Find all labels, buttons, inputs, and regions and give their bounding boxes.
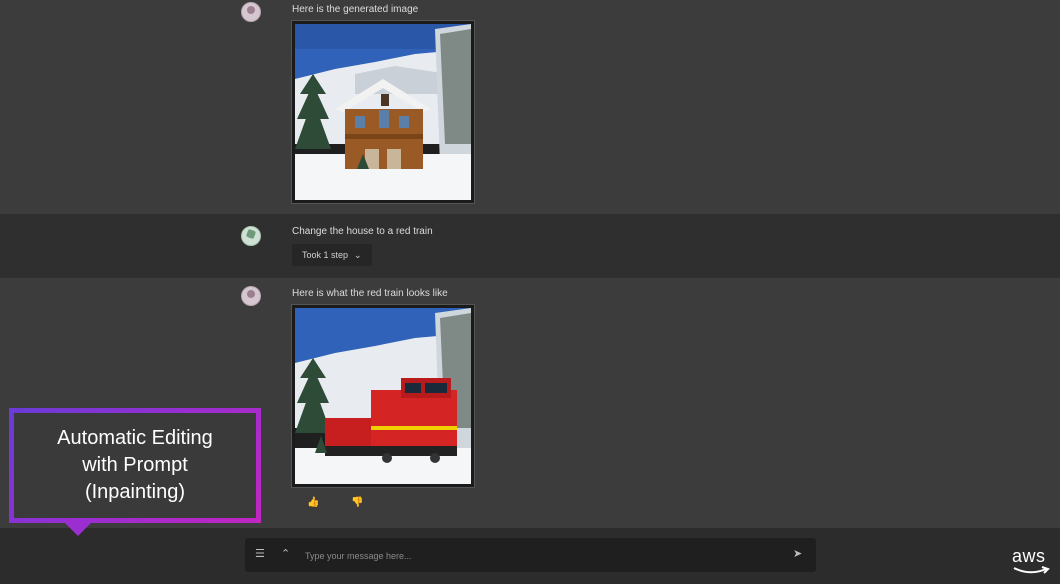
message-composer: ☰ ⌃ ➤: [245, 538, 816, 572]
callout-text: Automatic Editing with Prompt (Inpaintin…: [57, 427, 213, 503]
annotation-callout: Automatic Editing with Prompt (Inpaintin…: [9, 408, 261, 523]
assistant-avatar: [241, 286, 261, 306]
aws-logo: aws: [1012, 546, 1046, 566]
took-steps-dropdown[interactable]: Took 1 step ⌄: [292, 244, 372, 266]
thumbs-up-icon[interactable]: 👍: [307, 497, 319, 508]
aws-smile-icon: [1013, 566, 1050, 574]
callout-tail: [62, 520, 94, 536]
user-message: Change the house to a red train: [0, 214, 1060, 278]
thumbs-down-icon[interactable]: 👎: [351, 497, 363, 508]
message-text: Here is the generated image: [292, 4, 419, 15]
sliders-icon[interactable]: ☰: [255, 547, 265, 560]
assistant-message: Here is the generated image: [0, 0, 1060, 214]
user-avatar: [241, 226, 261, 246]
generated-image-cabin[interactable]: [292, 21, 474, 203]
assistant-avatar: [241, 2, 261, 22]
send-icon[interactable]: ➤: [793, 547, 802, 560]
step-label: Took 1 step: [302, 250, 349, 260]
chevron-down-icon: ⌄: [354, 249, 362, 260]
message-text: Here is what the red train looks like: [292, 288, 448, 299]
message-text: Change the house to a red train: [292, 226, 433, 237]
generated-image-train[interactable]: [292, 305, 474, 487]
chevron-double-up-icon[interactable]: ⌃: [281, 547, 290, 560]
message-input[interactable]: [303, 546, 767, 566]
